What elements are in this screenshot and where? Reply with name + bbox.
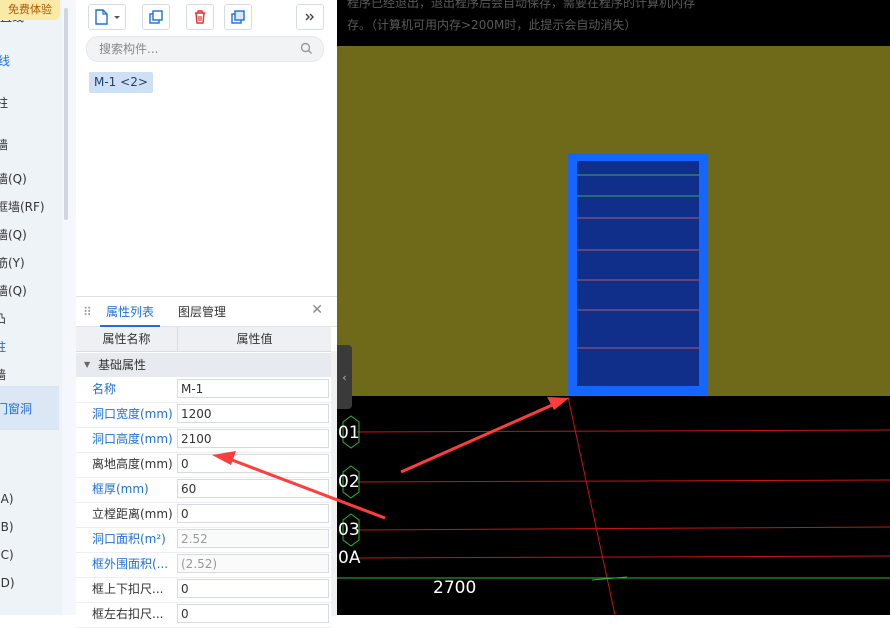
property-value-field[interactable]: 0	[177, 604, 329, 623]
duplicate-icon	[231, 10, 245, 24]
nav-item[interactable]: 墙(Q)	[0, 170, 27, 187]
property-name: 离地高度(mm)	[92, 457, 173, 471]
component-search[interactable]	[86, 36, 324, 62]
trash-icon	[195, 10, 205, 24]
property-name: 名称	[92, 382, 117, 396]
axis-label-01: 01	[338, 423, 360, 443]
nav-scrollbar[interactable]	[64, 8, 68, 220]
close-icon[interactable]: ✕	[311, 302, 323, 318]
door-panel	[577, 161, 699, 386]
dimension-label: 2700	[433, 578, 477, 598]
property-name: 框外围面积(...	[92, 557, 169, 571]
trial-badge[interactable]: 免费体验	[0, 0, 60, 20]
property-row[interactable]: 洞口高度(mm) 2100	[76, 427, 331, 453]
axis-label-0a: 0A	[338, 548, 361, 568]
column-header-name: 属性名称	[76, 327, 178, 351]
group-basic-properties[interactable]: ▼ 基础属性	[76, 353, 331, 377]
tab-properties[interactable]: 属性列表	[100, 297, 160, 327]
new-file-icon	[95, 9, 120, 25]
nav-item[interactable]: 柱	[0, 338, 6, 355]
nav-item[interactable]: (C)	[0, 548, 14, 562]
delete-button[interactable]	[186, 4, 214, 30]
property-row[interactable]: 洞口面积(m²) 2.52	[76, 527, 331, 553]
property-row[interactable]: 离地高度(mm) 0	[76, 452, 331, 478]
copy-button[interactable]	[142, 4, 170, 30]
nav-item[interactable]: 柱	[0, 94, 8, 111]
group-label: 基础属性	[98, 358, 147, 372]
nav-item[interactable]: (D)	[0, 576, 15, 590]
search-icon[interactable]	[300, 42, 313, 55]
property-row[interactable]: 框上下扣尺... 0	[76, 577, 331, 603]
property-value-field[interactable]: 0	[177, 579, 329, 598]
nav-item[interactable]: 凸	[0, 310, 6, 327]
property-name: 洞口宽度(mm)	[92, 407, 173, 421]
property-row[interactable]: 名称 M-1	[76, 377, 331, 403]
property-row[interactable]: 框外围面积(... (2.52)	[76, 552, 331, 578]
search-input[interactable]	[97, 41, 301, 57]
nav-item[interactable]: 墙	[0, 136, 8, 153]
property-name: 框上下扣尺...	[92, 582, 164, 596]
nav-item[interactable]: 筋(Y)	[0, 254, 25, 271]
property-name: 洞口面积(m²)	[92, 532, 166, 546]
property-name: 框厚(mm)	[92, 482, 149, 496]
drawing-canvas	[337, 153, 890, 615]
nav-item[interactable]: 线	[0, 52, 10, 69]
nav-item[interactable]: 框墙(RF)	[0, 198, 45, 215]
property-value-field[interactable]: 0	[177, 454, 329, 473]
drag-handle-icon[interactable]: ⠿	[83, 305, 92, 319]
property-value-field[interactable]: 2100	[177, 429, 329, 448]
component-panel: M-1 <2>	[76, 0, 338, 292]
component-item-m1[interactable]: M-1 <2>	[89, 72, 153, 93]
column-header-value: 属性值	[236, 332, 273, 346]
tab-layers[interactable]: 图层管理	[178, 297, 226, 325]
nav-item[interactable]: 墙(Q)	[0, 282, 27, 299]
left-nav: 直线 线 柱 墙 墙(Q) 框墙(RF) 墙(Q) 筋(Y) 墙(Q) 凸 柱 …	[0, 0, 76, 615]
drawing-viewport[interactable]: 程序已经退出，退出程序后会自动保存，需要在程序的计算机内存 存。（计算机可用内存…	[337, 0, 890, 615]
property-value-field[interactable]: 0	[177, 504, 329, 523]
more-button[interactable]	[296, 4, 324, 30]
new-component-button[interactable]	[88, 4, 126, 30]
property-name: 立樘距离(mm)	[92, 507, 173, 521]
nav-item-selected[interactable]: 门窗洞	[0, 400, 32, 417]
copy-icon	[149, 10, 163, 24]
nav-item[interactable]: 墙	[0, 366, 6, 383]
axis-label-02: 02	[338, 472, 360, 492]
collapse-triangle-icon[interactable]: ▼	[84, 353, 90, 377]
property-row[interactable]: 框厚(mm) 60	[76, 477, 331, 503]
nav-item[interactable]: (B)	[0, 520, 14, 534]
property-value-field[interactable]: (2.52)	[177, 554, 329, 573]
duplicate-button[interactable]	[224, 4, 252, 30]
nav-item[interactable]: (A)	[0, 492, 14, 506]
property-row[interactable]: 框左右扣尺... 0	[76, 602, 331, 628]
property-row[interactable]: 洞口宽度(mm) 1200	[76, 402, 331, 428]
property-value-field[interactable]: 2.52	[177, 529, 329, 548]
double-chevron-right-icon	[305, 13, 314, 21]
axis-label-03: 03	[338, 520, 360, 540]
properties-tabs: ⠿ 属性列表 图层管理 ✕	[76, 297, 337, 327]
properties-panel: ⠿ 属性列表 图层管理 ✕ 属性名称 属性值 ▼ 基础属性 名称 M-1 洞口宽度(…	[76, 296, 337, 628]
nav-item[interactable]: 墙(Q)	[0, 226, 27, 243]
property-value-field[interactable]: 60	[177, 479, 329, 498]
property-name: 洞口高度(mm)	[92, 432, 173, 446]
property-value-field[interactable]: 1200	[177, 404, 329, 423]
collapse-panel-button[interactable]: ‹	[337, 345, 352, 409]
annotation-arrows	[400, 397, 569, 474]
properties-table-header: 属性名称 属性值	[76, 327, 331, 352]
property-row[interactable]: 立樘距离(mm) 0	[76, 502, 331, 528]
property-value-field[interactable]: M-1	[177, 379, 329, 398]
